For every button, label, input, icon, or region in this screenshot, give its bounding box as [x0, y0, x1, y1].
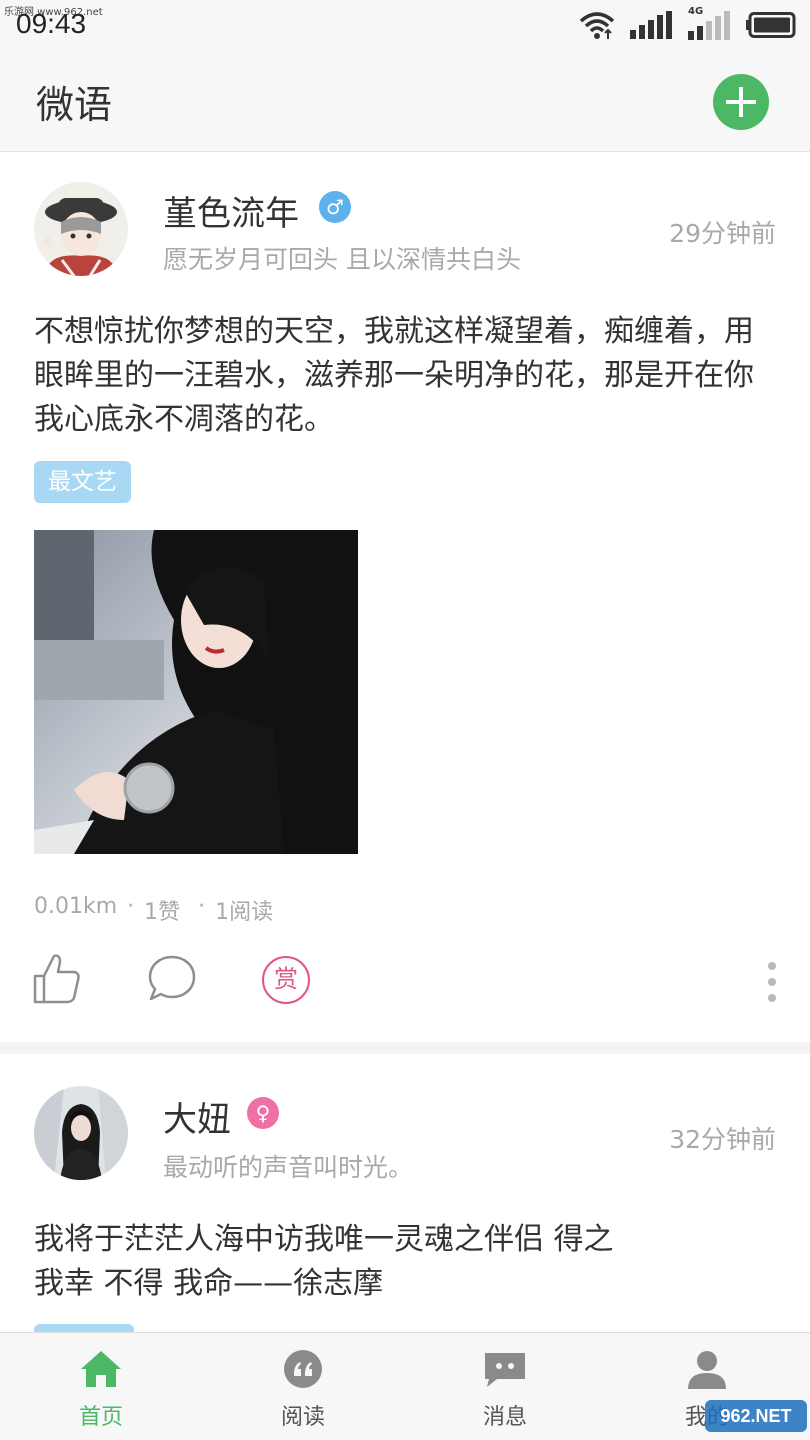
post-content[interactable]: 我将于茫茫人海中访我唯一灵魂之伴侣 得之 我幸 不得 我命——徐志摩	[34, 1218, 614, 1306]
post-distance: 0.01km	[34, 894, 118, 919]
user-signature: 最动听的声音叫时光。	[163, 1153, 414, 1182]
page-title: 微语	[36, 83, 113, 127]
battery-icon	[746, 12, 796, 38]
quote-icon	[284, 1350, 322, 1388]
tab-reading[interactable]: 阅读	[202, 1333, 404, 1440]
message-icon	[485, 1353, 525, 1387]
tab-label: 消息	[482, 1405, 527, 1430]
post-image[interactable]	[34, 530, 358, 854]
like-count: 1赞	[144, 900, 181, 925]
more-vertical-icon	[768, 962, 776, 1002]
post-content[interactable]: 不想惊扰你梦想的天空，我就这样凝望着，痴缠着，用眼眸里的一汪碧水，滋养那一朵明净…	[34, 310, 779, 442]
plus-icon	[726, 87, 756, 117]
add-post-button[interactable]	[713, 74, 769, 130]
post-actions: 赏	[0, 952, 810, 1016]
post-time: 29分钟前	[669, 219, 776, 248]
status-time: 09:43	[16, 8, 87, 39]
status-icons: 4G	[578, 6, 796, 42]
tab-label: 首页	[78, 1405, 123, 1430]
avatar[interactable]	[34, 182, 128, 276]
more-options-button[interactable]	[764, 960, 780, 1008]
signal-icon	[630, 11, 672, 39]
tab-label: 阅读	[280, 1405, 325, 1430]
watermark-logo: 962.NET	[705, 1400, 807, 1432]
post-card[interactable]: 堇色流年 ♂ 愿无岁月可回头 且以深情共白头 29分钟前 不想惊扰你梦想的天空，…	[0, 152, 810, 1042]
read-count: 1阅读	[215, 900, 274, 925]
post-tag[interactable]: 最文艺	[34, 461, 131, 503]
home-icon	[81, 1351, 121, 1387]
tab-home[interactable]: 首页	[0, 1333, 202, 1440]
stats-separator: ·	[127, 894, 135, 919]
reward-icon: 赏	[262, 956, 310, 1004]
feed-list[interactable]: 堇色流年 ♂ 愿无岁月可回头 且以深情共白头 29分钟前 不想惊扰你梦想的天空，…	[0, 152, 810, 1332]
male-gender-icon: ♂	[319, 191, 351, 223]
username[interactable]: 大妞	[163, 1092, 231, 1141]
stats-separator: ·	[198, 894, 206, 919]
female-gender-icon: ♀	[247, 1097, 279, 1129]
avatar[interactable]	[34, 1086, 128, 1180]
status-bar: 乐游网 www.962.net 09:43 4G	[0, 0, 810, 50]
person-icon	[688, 1351, 726, 1389]
post-stats: 0.01km · 1赞 · 1阅读	[34, 894, 273, 926]
wifi-icon	[579, 12, 615, 39]
comment-button[interactable]	[146, 952, 198, 1008]
bottom-tab-bar: 首页 阅读 消息 我的	[0, 1332, 810, 1440]
app-header: 微语	[0, 50, 810, 152]
thumbs-up-icon	[33, 954, 80, 1004]
signal-4g-icon: 4G	[688, 6, 732, 40]
post-card[interactable]: 大妞 ♀ 最动听的声音叫时光。 32分钟前 我将于茫茫人海中访我唯一灵魂之伴侣 …	[0, 1054, 810, 1332]
like-button[interactable]	[32, 952, 82, 1010]
tab-messages[interactable]: 消息	[404, 1333, 606, 1440]
post-tag[interactable]	[34, 1324, 134, 1332]
username[interactable]: 堇色流年	[163, 186, 299, 235]
reward-button[interactable]: 赏	[262, 956, 310, 1004]
comment-icon	[148, 955, 196, 1001]
post-time: 32分钟前	[669, 1125, 776, 1154]
user-signature: 愿无岁月可回头 且以深情共白头	[163, 245, 521, 274]
